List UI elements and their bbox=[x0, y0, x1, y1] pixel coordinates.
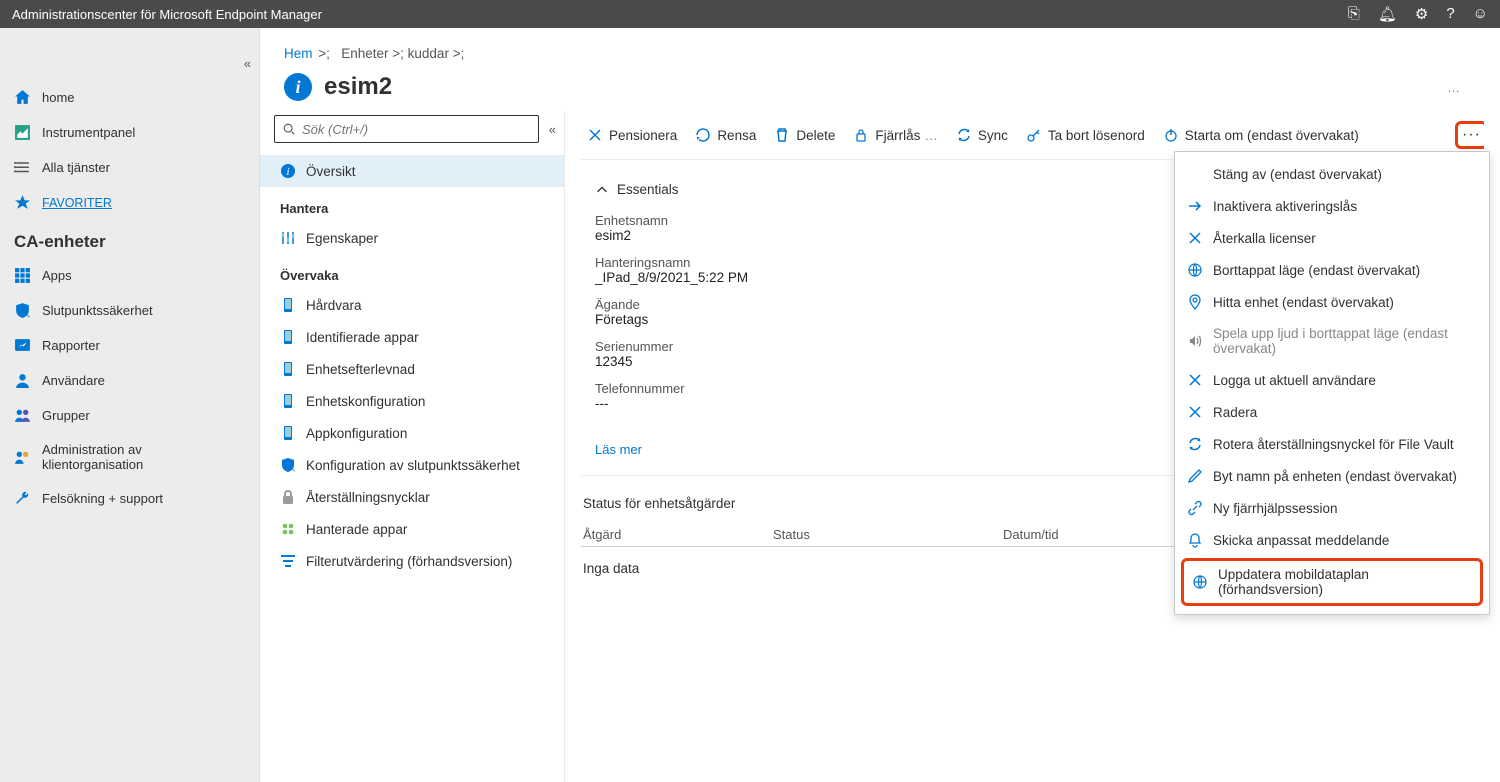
search-input[interactable] bbox=[302, 122, 531, 137]
nav-reports[interactable]: Rapporter bbox=[0, 328, 259, 363]
col-action: Åtgärd bbox=[583, 527, 773, 542]
nav-label: Felsökning + support bbox=[42, 491, 163, 506]
nav-label: FAVORITER bbox=[42, 196, 112, 210]
nav-label: home bbox=[42, 90, 75, 105]
ctx-play-sound[interactable]: Spela upp ljud i borttappat läge (endast… bbox=[1175, 318, 1489, 364]
essentials-label: Essentials bbox=[617, 182, 679, 197]
nav-hardware[interactable]: Hårdvara bbox=[260, 289, 564, 321]
nav-label: Identifierade appar bbox=[306, 330, 419, 345]
nav-app-config[interactable]: Appkonfiguration bbox=[260, 417, 564, 449]
nav-device-config[interactable]: Enhetskonfiguration bbox=[260, 385, 564, 417]
sync-button[interactable]: Sync bbox=[950, 123, 1014, 147]
sidebar-section-title: CA-enheter bbox=[0, 220, 259, 258]
nav-label: Enhetskonfiguration bbox=[306, 394, 425, 409]
wipe-button[interactable]: Rensa bbox=[689, 123, 762, 147]
restart-button[interactable]: Starta om (endast övervakat) bbox=[1157, 123, 1365, 147]
retire-button[interactable]: Pensionera bbox=[581, 123, 683, 147]
nav-label: Hanterade appar bbox=[306, 522, 407, 537]
nav-label: Hårdvara bbox=[306, 298, 362, 313]
nav-label: Slutpunktssäkerhet bbox=[42, 303, 153, 318]
ctx-rename-device[interactable]: Byt namn på enheten (endast övervakat) bbox=[1175, 460, 1489, 492]
nav-label: Rapporter bbox=[42, 338, 100, 353]
nav-label: Filterutvärdering (förhandsversion) bbox=[306, 554, 512, 569]
product-title: Administrationscenter för Microsoft Endp… bbox=[12, 7, 322, 22]
nav-label: Egenskaper bbox=[306, 231, 378, 246]
resource-sidebar: « Översikt Hantera Egenskaper Övervaka H… bbox=[260, 111, 565, 782]
nav-favorites[interactable]: FAVORITER bbox=[0, 185, 259, 220]
feedback-icon[interactable]: ☺ bbox=[1473, 5, 1488, 23]
nav-filter-eval[interactable]: Filterutvärdering (förhandsversion) bbox=[260, 545, 564, 577]
nav-label: Administration av klientorganisation bbox=[42, 442, 245, 472]
ctx-revoke-licenses[interactable]: Återkalla licenser bbox=[1175, 222, 1489, 254]
nav-recovery-keys[interactable]: Återställningsnycklar bbox=[260, 481, 564, 513]
ctx-disable-activation-lock[interactable]: Inaktivera aktiveringslås bbox=[1175, 190, 1489, 222]
ctx-rotate-filevault-key[interactable]: Rotera återställningsnyckel för File Vau… bbox=[1175, 428, 1489, 460]
more-actions-menu: Stäng av (endast övervakat) Inaktivera a… bbox=[1174, 151, 1490, 615]
info-icon: i bbox=[284, 73, 312, 101]
ctx-erase[interactable]: Radera bbox=[1175, 396, 1489, 428]
search-input-wrapper[interactable] bbox=[274, 115, 539, 143]
breadcrumb-home[interactable]: Hem bbox=[284, 46, 313, 61]
nav-device-compliance[interactable]: Enhetsefterlevnad bbox=[260, 353, 564, 385]
nav-label: Appkonfiguration bbox=[306, 426, 407, 441]
nav-apps[interactable]: Apps bbox=[0, 258, 259, 293]
main-content: Pensionera Rensa Delete Fjärrlås… Sync T… bbox=[565, 111, 1500, 782]
nav-label: Apps bbox=[42, 268, 72, 283]
nav-label: Konfiguration av slutpunktssäkerhet bbox=[306, 458, 520, 473]
col-status: Status bbox=[773, 527, 1003, 542]
nav-all-services[interactable]: Alla tjänster bbox=[0, 150, 259, 185]
nav-label: Enhetsefterlevnad bbox=[306, 362, 415, 377]
ctx-logout-user[interactable]: Logga ut aktuell användare bbox=[1175, 364, 1489, 396]
nav-label: Alla tjänster bbox=[42, 160, 110, 175]
manage-section: Hantera bbox=[260, 187, 564, 222]
nav-label: Användare bbox=[42, 373, 105, 388]
ctx-update-mobile-plan[interactable]: Uppdatera mobildataplan (förhandsversion… bbox=[1184, 561, 1480, 603]
col-date: Datum/tid bbox=[1003, 527, 1059, 542]
delete-button[interactable]: Delete bbox=[768, 123, 841, 147]
nav-label: Instrumentpanel bbox=[42, 125, 135, 140]
nav-dashboard[interactable]: Instrumentpanel bbox=[0, 115, 259, 150]
nav-label: Återställningsnycklar bbox=[306, 490, 430, 505]
notifications-icon[interactable]: 🔔︎ bbox=[1378, 5, 1397, 23]
settings-icon[interactable]: ⚙ bbox=[1415, 5, 1428, 23]
nav-users[interactable]: Användare bbox=[0, 363, 259, 398]
remove-passcode-button[interactable]: Ta bort lösenord bbox=[1020, 123, 1151, 147]
nav-troubleshoot[interactable]: Felsökning + support bbox=[0, 481, 259, 516]
nav-overview[interactable]: Översikt bbox=[260, 155, 564, 187]
nav-endpoint-sec-config[interactable]: Konfiguration av slutpunktssäkerhet bbox=[260, 449, 564, 481]
ctx-shutdown[interactable]: Stäng av (endast övervakat) bbox=[1175, 158, 1489, 190]
nav-managed-apps[interactable]: Hanterade appar bbox=[260, 513, 564, 545]
help-icon[interactable]: ? bbox=[1446, 5, 1454, 23]
nav-properties[interactable]: Egenskaper bbox=[260, 222, 564, 254]
remote-lock-button[interactable]: Fjärrlås… bbox=[847, 123, 944, 147]
nav-endpoint-security[interactable]: Slutpunktssäkerhet bbox=[0, 293, 259, 328]
more-actions-button[interactable]: ··· bbox=[1455, 121, 1484, 149]
breadcrumb-devices[interactable]: Enheter bbox=[341, 46, 388, 61]
nav-groups[interactable]: Grupper bbox=[0, 398, 259, 433]
page-title: esim2 bbox=[324, 73, 392, 101]
monitor-section: Övervaka bbox=[260, 254, 564, 289]
ctx-lost-mode[interactable]: Borttappat läge (endast övervakat) bbox=[1175, 254, 1489, 286]
topbar-actions: ⎘ 🔔︎ ⚙ ? ☺ bbox=[1348, 5, 1488, 23]
breadcrumb-hubs[interactable]: kuddar bbox=[408, 46, 449, 61]
nav-home[interactable]: home bbox=[0, 80, 259, 115]
breadcrumb: Hem >; Enheter >; kuddar >; bbox=[260, 28, 1500, 67]
collapse-resource-nav-icon[interactable]: « bbox=[549, 122, 552, 137]
primary-sidebar: « home Instrumentpanel Alla tjänster FAV… bbox=[0, 28, 260, 782]
ctx-new-remote-session[interactable]: Ny fjärrhjälpssession bbox=[1175, 492, 1489, 524]
top-bar: Administrationscenter för Microsoft Endp… bbox=[0, 0, 1500, 28]
collapse-sidebar-icon[interactable]: « bbox=[244, 56, 247, 71]
nav-label: Grupper bbox=[42, 408, 90, 423]
nav-tenant-admin[interactable]: Administration av klientorganisation bbox=[0, 433, 259, 481]
nav-discovered-apps[interactable]: Identifierade appar bbox=[260, 321, 564, 353]
ctx-send-custom-msg[interactable]: Skicka anpassat meddelande bbox=[1175, 524, 1489, 556]
directory-icon[interactable]: ⎘ bbox=[1348, 5, 1360, 23]
nav-label: Översikt bbox=[306, 164, 356, 179]
ctx-locate-device[interactable]: Hitta enhet (endast övervakat) bbox=[1175, 286, 1489, 318]
title-more-icon[interactable]: … bbox=[1447, 80, 1460, 95]
